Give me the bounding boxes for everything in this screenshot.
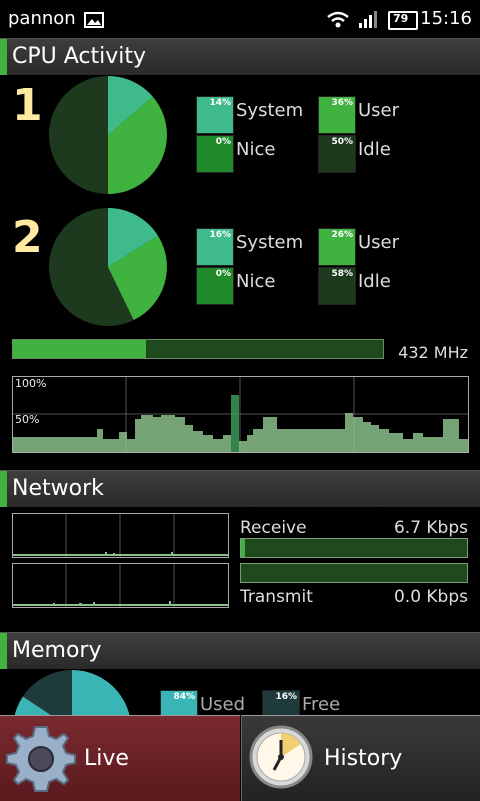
cpu-section-header: CPU Activity (0, 38, 480, 75)
legend-system-label: System (236, 100, 304, 121)
user-percent: 36% (331, 98, 353, 108)
cpu-frequency-bar (12, 339, 384, 359)
legend-system-swatch: 16% (196, 228, 234, 266)
system-percent: 14% (209, 98, 231, 108)
core-2-label: 2 (12, 212, 43, 263)
transmit-bar (240, 563, 468, 583)
memory-section-title: Memory (12, 638, 102, 663)
memory-pie-chart (14, 670, 131, 718)
core-2-pie-chart (49, 208, 167, 326)
legend-used-label: Used (200, 694, 246, 715)
legend-user-label: User (358, 100, 400, 121)
wifi-icon (327, 11, 349, 28)
legend-idle-label: Idle (358, 271, 391, 292)
nice-percent: 0% (215, 137, 231, 147)
transmit-value: 0.0 Kbps (393, 587, 468, 607)
cpu-history-graph: 100% 50% (12, 376, 469, 453)
free-percent: 16% (275, 692, 297, 702)
battery-level: 79 (393, 12, 409, 25)
tab-live-label: Live (84, 746, 129, 771)
cpu-section-title: CPU Activity (12, 44, 146, 69)
memory-section-header: Memory (0, 632, 480, 669)
gear-icon (6, 726, 76, 792)
graph-label-50: 50% (15, 413, 40, 426)
legend-nice-label: Nice (236, 139, 276, 160)
tab-history-label: History (324, 746, 403, 771)
section-accent (0, 39, 7, 75)
tab-live[interactable]: Live (0, 715, 240, 801)
cpu-frequency-value: 432 MHz (398, 343, 468, 362)
tab-history[interactable]: History (241, 715, 480, 801)
legend-nice-label: Nice (236, 271, 276, 292)
legend-user-swatch: 26% (318, 228, 356, 266)
cpu-frequency-fill (13, 340, 147, 358)
idle-percent: 58% (331, 269, 353, 279)
section-accent (0, 633, 7, 669)
core-1-pie-chart (49, 76, 167, 194)
clock: 15:16 (420, 8, 472, 29)
receive-value: 6.7 Kbps (393, 518, 468, 538)
receive-history-graph (12, 513, 229, 558)
legend-nice-swatch: 0% (196, 135, 234, 173)
signal-icon (359, 11, 377, 28)
network-section-title: Network (12, 476, 104, 501)
legend-free-label: Free (302, 694, 341, 715)
receive-label: Receive (240, 518, 307, 538)
legend-user-label: User (358, 232, 400, 253)
used-percent: 84% (173, 692, 195, 702)
status-bar: pannon 79 15:16 (0, 0, 480, 38)
legend-idle-swatch: 50% (318, 135, 356, 173)
legend-idle-swatch: 58% (318, 267, 356, 305)
user-percent: 26% (331, 230, 353, 240)
legend-idle-label: Idle (358, 139, 391, 160)
legend-free-swatch: 16% (262, 690, 300, 718)
legend-system-label: System (236, 232, 304, 253)
legend-nice-swatch: 0% (196, 267, 234, 305)
clock-icon (249, 725, 313, 789)
system-percent: 16% (209, 230, 231, 240)
nice-percent: 0% (215, 269, 231, 279)
transmit-history-graph (12, 563, 229, 608)
legend-used-swatch: 84% (160, 690, 198, 718)
graph-label-100: 100% (15, 377, 47, 390)
network-section-header: Network (0, 470, 480, 507)
idle-percent: 50% (331, 137, 353, 147)
legend-user-swatch: 36% (318, 96, 356, 134)
carrier-name: pannon (8, 8, 76, 29)
legend-system-swatch: 14% (196, 96, 234, 134)
core-1-label: 1 (12, 80, 43, 131)
image-icon (84, 12, 104, 28)
section-accent (0, 471, 7, 507)
transmit-label: Transmit (240, 587, 313, 607)
battery-icon: 79 (388, 11, 418, 30)
receive-bar (240, 538, 468, 558)
receive-bar-fill (241, 539, 245, 557)
